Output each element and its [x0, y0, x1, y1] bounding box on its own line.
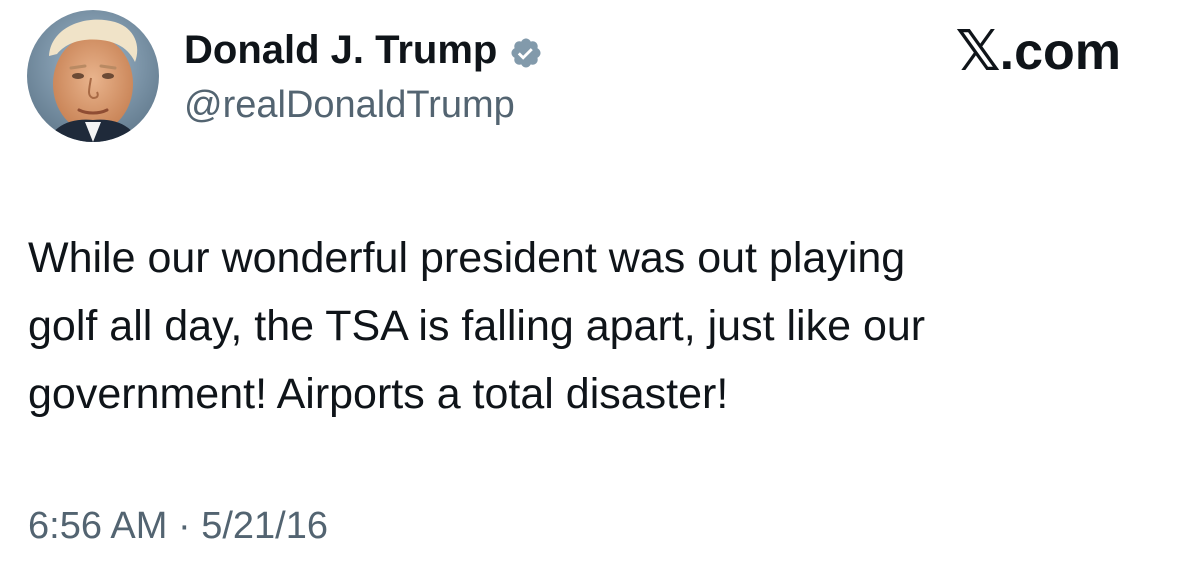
avatar[interactable]: [27, 10, 159, 142]
verified-badge-icon: [509, 33, 543, 68]
tweet-text-line: golf all day, the TSA is falling apart, …: [28, 302, 926, 350]
timestamp-date: 5/21/16: [201, 505, 328, 547]
tweet-text-line: While our wonderful president was out pl…: [28, 234, 906, 282]
timestamp-time: 6:56 AM: [28, 505, 168, 547]
avatar-image: [27, 10, 159, 142]
brand-suffix: .com: [999, 23, 1121, 81]
tweet-text: While our wonderful president was out pl…: [28, 224, 1128, 428]
timestamp-separator: ·: [177, 505, 191, 547]
author-display-name[interactable]: Donald J. Trump: [184, 26, 497, 74]
tweet-text-line: government! Airports a total disaster!: [28, 370, 729, 418]
brand-logo: 𝕏 .com: [956, 22, 1122, 82]
author-name-row[interactable]: Donald J. Trump: [184, 26, 543, 74]
author-handle[interactable]: @realDonaldTrump: [184, 82, 515, 128]
x-logo-icon: 𝕏: [955, 19, 1001, 84]
tweet-timestamp[interactable]: 6:56 AM · 5/21/16: [28, 503, 328, 549]
